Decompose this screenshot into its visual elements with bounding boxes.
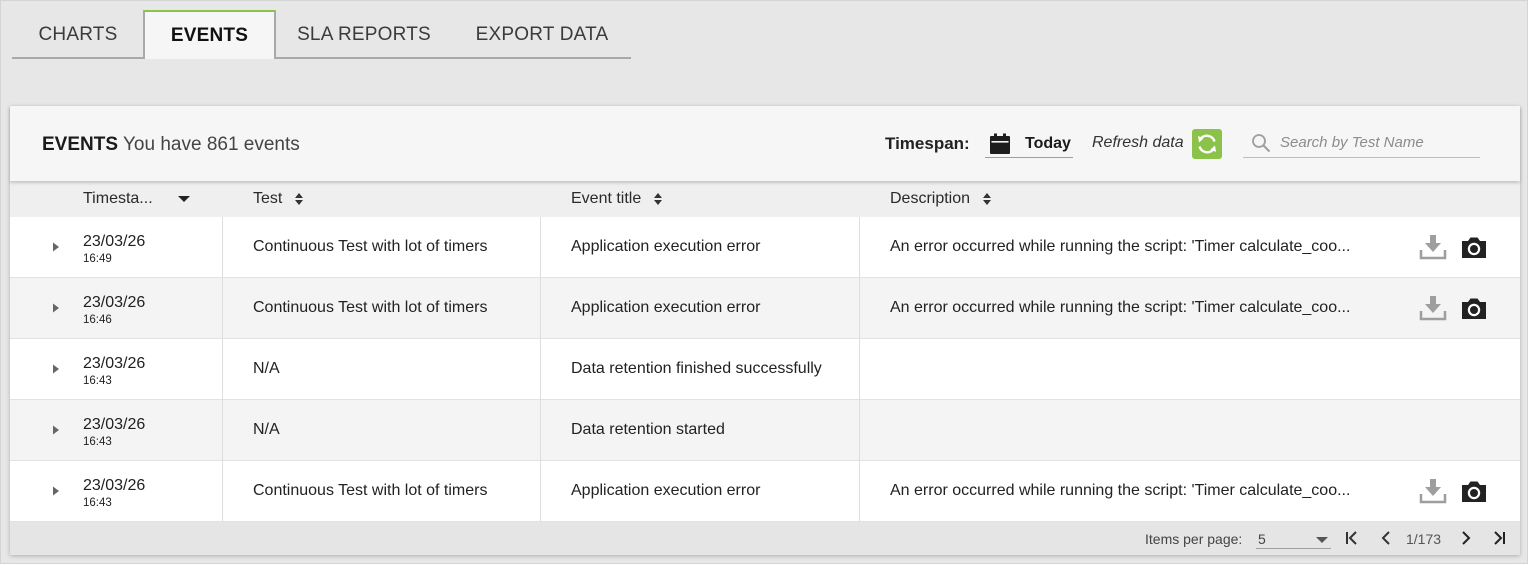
camera-icon[interactable] (1460, 233, 1488, 261)
row-test: Continuous Test with lot of timers (253, 238, 488, 255)
previous-page-icon[interactable] (1377, 529, 1395, 547)
column-divider (540, 339, 541, 400)
tab-export-data[interactable]: EXPORT DATA (461, 10, 623, 59)
column-label-event-title: Event title (571, 190, 642, 207)
tab-sla-reports[interactable]: SLA REPORTS (278, 10, 450, 59)
refresh-button[interactable] (1192, 129, 1222, 159)
camera-icon[interactable] (1460, 477, 1488, 505)
row-date: 23/03/26 (83, 416, 146, 433)
expand-arrow-icon[interactable] (50, 424, 62, 436)
column-header-event-title[interactable]: Event title (571, 190, 663, 208)
row-test: N/A (253, 421, 280, 438)
table-header: Timesta... Test Event title Description (10, 181, 1520, 217)
column-divider (222, 461, 223, 522)
download-icon[interactable] (1419, 477, 1447, 505)
table-row[interactable]: 23/03/26 16:46 Continuous Test with lot … (10, 278, 1520, 339)
timespan-picker[interactable]: Today (985, 130, 1073, 158)
column-header-description[interactable]: Description (890, 190, 992, 208)
refresh-icon (1198, 134, 1216, 154)
last-page-icon[interactable] (1490, 529, 1508, 547)
row-description: An error occurred while running the scri… (890, 238, 1351, 255)
items-per-page-value: 5 (1258, 531, 1266, 547)
chevron-down-icon (1316, 537, 1328, 543)
row-date: 23/03/26 (83, 355, 146, 372)
table-row[interactable]: 23/03/26 16:43 Continuous Test with lot … (10, 461, 1520, 522)
tab-events[interactable]: EVENTS (143, 10, 276, 59)
page-title: EVENTS (42, 134, 119, 155)
row-event-title: Application execution error (571, 299, 761, 316)
events-card: EVENTS You have 861 events Timespan: Tod… (10, 106, 1520, 555)
column-divider (859, 400, 860, 461)
row-event-title: Data retention started (571, 421, 725, 438)
tab-charts[interactable]: CHARTS (12, 10, 144, 59)
row-date: 23/03/26 (83, 294, 146, 311)
items-per-page-label: Items per page: (1145, 531, 1243, 547)
column-divider (540, 400, 541, 461)
column-label-test: Test (253, 190, 283, 207)
expand-arrow-icon[interactable] (50, 241, 62, 253)
table-row[interactable]: 23/03/26 16:43 N/A Data retention starte… (10, 400, 1520, 461)
first-page-icon[interactable] (1343, 529, 1361, 547)
row-description: An error occurred while running the scri… (890, 482, 1351, 499)
row-time: 16:49 (83, 253, 112, 265)
row-event-title: Application execution error (571, 238, 761, 255)
column-divider (859, 217, 860, 278)
items-per-page-select[interactable]: 5 (1256, 528, 1331, 549)
column-divider (540, 461, 541, 522)
search-icon (1252, 133, 1271, 152)
search-input[interactable] (1280, 134, 1470, 151)
row-time: 16:43 (83, 375, 112, 387)
table-row[interactable]: 23/03/26 16:43 N/A Data retention finish… (10, 339, 1520, 400)
card-header: EVENTS You have 861 events Timespan: Tod… (10, 106, 1520, 181)
column-divider (540, 278, 541, 339)
camera-icon[interactable] (1460, 294, 1488, 322)
row-event-title: Application execution error (571, 482, 761, 499)
column-divider (222, 339, 223, 400)
expand-arrow-icon[interactable] (50, 485, 62, 497)
row-test: Continuous Test with lot of timers (253, 482, 488, 499)
timespan-label: Timespan: (885, 134, 970, 153)
page-info: 1/173 (1406, 531, 1442, 547)
column-divider (859, 339, 860, 400)
row-time: 16:43 (83, 436, 112, 448)
pagination-bar: Items per page: 5 1/173 (10, 522, 1520, 555)
column-divider (540, 217, 541, 278)
download-icon[interactable] (1419, 233, 1447, 261)
row-time: 16:46 (83, 314, 112, 326)
events-count: You have 861 events (123, 134, 300, 155)
calendar-icon (990, 133, 1010, 154)
expand-arrow-icon[interactable] (50, 302, 62, 314)
row-test: Continuous Test with lot of timers (253, 299, 488, 316)
refresh-label: Refresh data (1092, 134, 1184, 151)
sort-icon (983, 193, 992, 205)
sort-desc-icon (177, 196, 190, 202)
row-description: An error occurred while running the scri… (890, 299, 1351, 316)
timespan-value: Today (1025, 134, 1071, 152)
column-divider (222, 400, 223, 461)
tab-bar: CHARTS EVENTS SLA REPORTS EXPORT DATA (12, 10, 631, 59)
column-label-description: Description (890, 190, 971, 207)
row-time: 16:43 (83, 497, 112, 509)
sort-icon (295, 193, 304, 205)
expand-arrow-icon[interactable] (50, 363, 62, 375)
column-divider (859, 278, 860, 339)
next-page-icon[interactable] (1457, 529, 1475, 547)
sort-icon (654, 193, 663, 205)
table-row[interactable]: 23/03/26 16:49 Continuous Test with lot … (10, 217, 1520, 278)
row-date: 23/03/26 (83, 233, 146, 250)
column-label-timestamp: Timesta... (83, 190, 153, 207)
column-divider (222, 278, 223, 339)
column-divider (859, 461, 860, 522)
column-header-timestamp[interactable]: Timesta... (83, 190, 195, 208)
row-event-title: Data retention finished successfully (571, 360, 822, 377)
column-header-test[interactable]: Test (253, 190, 304, 208)
column-divider (222, 217, 223, 278)
row-date: 23/03/26 (83, 477, 146, 494)
row-test: N/A (253, 360, 280, 377)
search-field[interactable] (1243, 128, 1480, 158)
download-icon[interactable] (1419, 294, 1447, 322)
